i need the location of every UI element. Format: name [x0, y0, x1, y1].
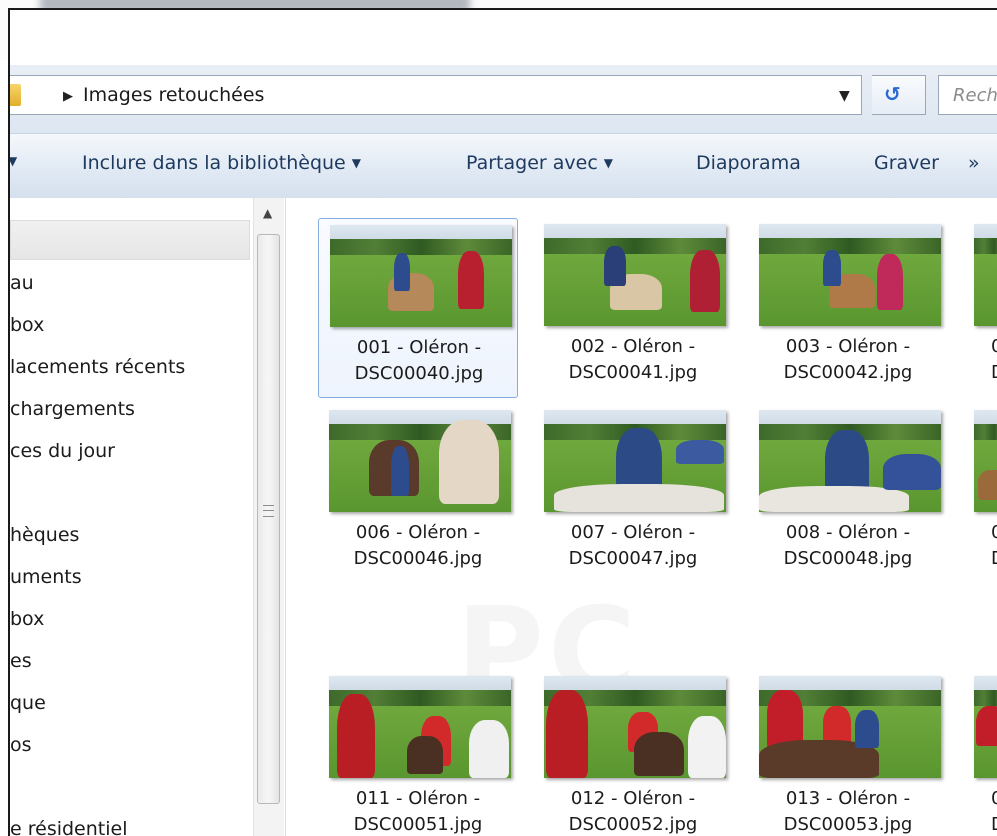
nav-item-downloads[interactable]: chargements: [10, 398, 135, 420]
file-name: 012 - Oléron - DSC00052.jpg: [568, 788, 698, 835]
file-name: 0D: [991, 520, 997, 572]
file-name: 001 - Oléron - DSC00040.jpg: [354, 337, 484, 384]
file-name: 008 - Oléron - DSC00048.jpg: [783, 522, 913, 569]
include-in-library-button[interactable]: Inclure dans la bibliothèque ▼: [82, 152, 361, 174]
folder-icon: [10, 84, 21, 106]
nav-item-daily-pieces[interactable]: ces du jour: [10, 440, 115, 462]
image-thumbnail: [759, 224, 941, 326]
file-name: 0D: [991, 334, 997, 386]
share-with-button[interactable]: Partager avec ▼: [466, 152, 613, 174]
file-view: PC 001 - Oléron -DSC00040.jpg 002 - Olér…: [286, 198, 997, 836]
file-tile[interactable]: 008 - Oléron - DSC00048.jpg: [748, 404, 948, 584]
file-tile[interactable]: 002 - Oléron - DSC00041.jpg: [533, 218, 733, 398]
file-tile[interactable]: 0D: [963, 404, 997, 584]
file-tile[interactable]: 011 - Oléron - DSC00051.jpg: [318, 670, 518, 836]
burn-button[interactable]: Graver: [874, 152, 939, 174]
image-thumbnail: [759, 410, 941, 512]
file-tile[interactable]: 001 - Oléron - DSC00040.jpg: [318, 218, 518, 398]
file-name: 0D: [991, 786, 997, 836]
more-commands-button[interactable]: »: [968, 152, 980, 174]
file-name: 002 - Oléron - DSC00041.jpg: [568, 336, 698, 383]
image-thumbnail: [759, 676, 941, 778]
nav-item-libraries[interactable]: hèques: [10, 524, 79, 546]
file-tile[interactable]: 0D: [963, 670, 997, 836]
refresh-icon: ↺: [884, 82, 901, 106]
image-thumbnail: [544, 224, 726, 326]
nav-item-recent-places[interactable]: lacements récents: [10, 356, 185, 378]
nav-item-music[interactable]: que: [10, 692, 46, 714]
file-name: 011 - Oléron - DSC00051.jpg: [353, 788, 483, 835]
file-tile[interactable]: 003 - Oléron - DSC00042.jpg: [748, 218, 948, 398]
nav-item-dropbox-library[interactable]: box: [10, 608, 44, 630]
scroll-up-arrow-icon[interactable]: ▲: [263, 206, 272, 220]
nav-item-favorites-header[interactable]: [10, 220, 250, 260]
explorer-window: ▶ Images retouchées ▼ ↺ Rech ▼ Inclure d…: [8, 8, 997, 836]
navigation-pane: au box lacements récents chargements ces…: [10, 198, 286, 836]
slideshow-button[interactable]: Diaporama: [696, 152, 801, 174]
address-bar[interactable]: ▶ Images retouchées ▼: [10, 75, 862, 115]
address-history-dropdown-icon[interactable]: ▼: [839, 88, 850, 104]
image-thumbnail: [974, 676, 997, 778]
organize-dropdown-icon[interactable]: ▼: [10, 154, 17, 168]
image-thumbnail: [330, 225, 512, 327]
nav-item-dropbox[interactable]: box: [10, 314, 44, 336]
image-thumbnail: [974, 224, 997, 326]
image-thumbnail: [544, 676, 726, 778]
scroll-grip-icon: [263, 505, 274, 517]
breadcrumb-current-folder[interactable]: Images retouchées: [83, 84, 264, 106]
address-bar-row: ▶ Images retouchées ▼ ↺ Rech: [10, 65, 997, 133]
nav-item-homegroup[interactable]: e résidentiel: [10, 818, 127, 836]
file-name: 006 - Oléron - DSC00046.jpg: [353, 522, 483, 569]
nav-item-videos[interactable]: os: [10, 734, 32, 756]
command-bar: ▼ Inclure dans la bibliothèque ▼ Partager…: [10, 133, 997, 200]
image-thumbnail: [544, 410, 726, 512]
scroll-thumb[interactable]: [257, 234, 280, 804]
nav-item-images[interactable]: es: [10, 650, 32, 672]
file-name: 007 - Oléron - DSC00047.jpg: [568, 522, 698, 569]
file-tile[interactable]: 012 - Oléron - DSC00052.jpg: [533, 670, 733, 836]
file-tile[interactable]: 0D: [963, 218, 997, 398]
nav-item-desktop[interactable]: au: [10, 272, 34, 294]
file-tile[interactable]: 007 - Oléron - DSC00047.jpg: [533, 404, 733, 584]
image-thumbnail: [329, 676, 511, 778]
file-name: 013 - Oléron - DSC00053.jpg: [783, 788, 913, 835]
image-thumbnail: [974, 410, 997, 512]
file-name: 003 - Oléron - DSC00042.jpg: [783, 336, 913, 383]
file-tile[interactable]: 013 - Oléron - DSC00053.jpg: [748, 670, 948, 836]
image-thumbnail: [329, 410, 511, 512]
nav-item-documents[interactable]: uments: [10, 566, 82, 588]
nav-scrollbar[interactable]: ▲: [253, 198, 284, 836]
breadcrumb-arrow-icon[interactable]: ▶: [63, 89, 73, 104]
file-tile[interactable]: 006 - Oléron - DSC00046.jpg: [318, 404, 518, 584]
search-placeholder: Rech: [953, 85, 997, 106]
search-input[interactable]: Rech: [938, 75, 997, 115]
refresh-button[interactable]: ↺: [872, 75, 926, 115]
